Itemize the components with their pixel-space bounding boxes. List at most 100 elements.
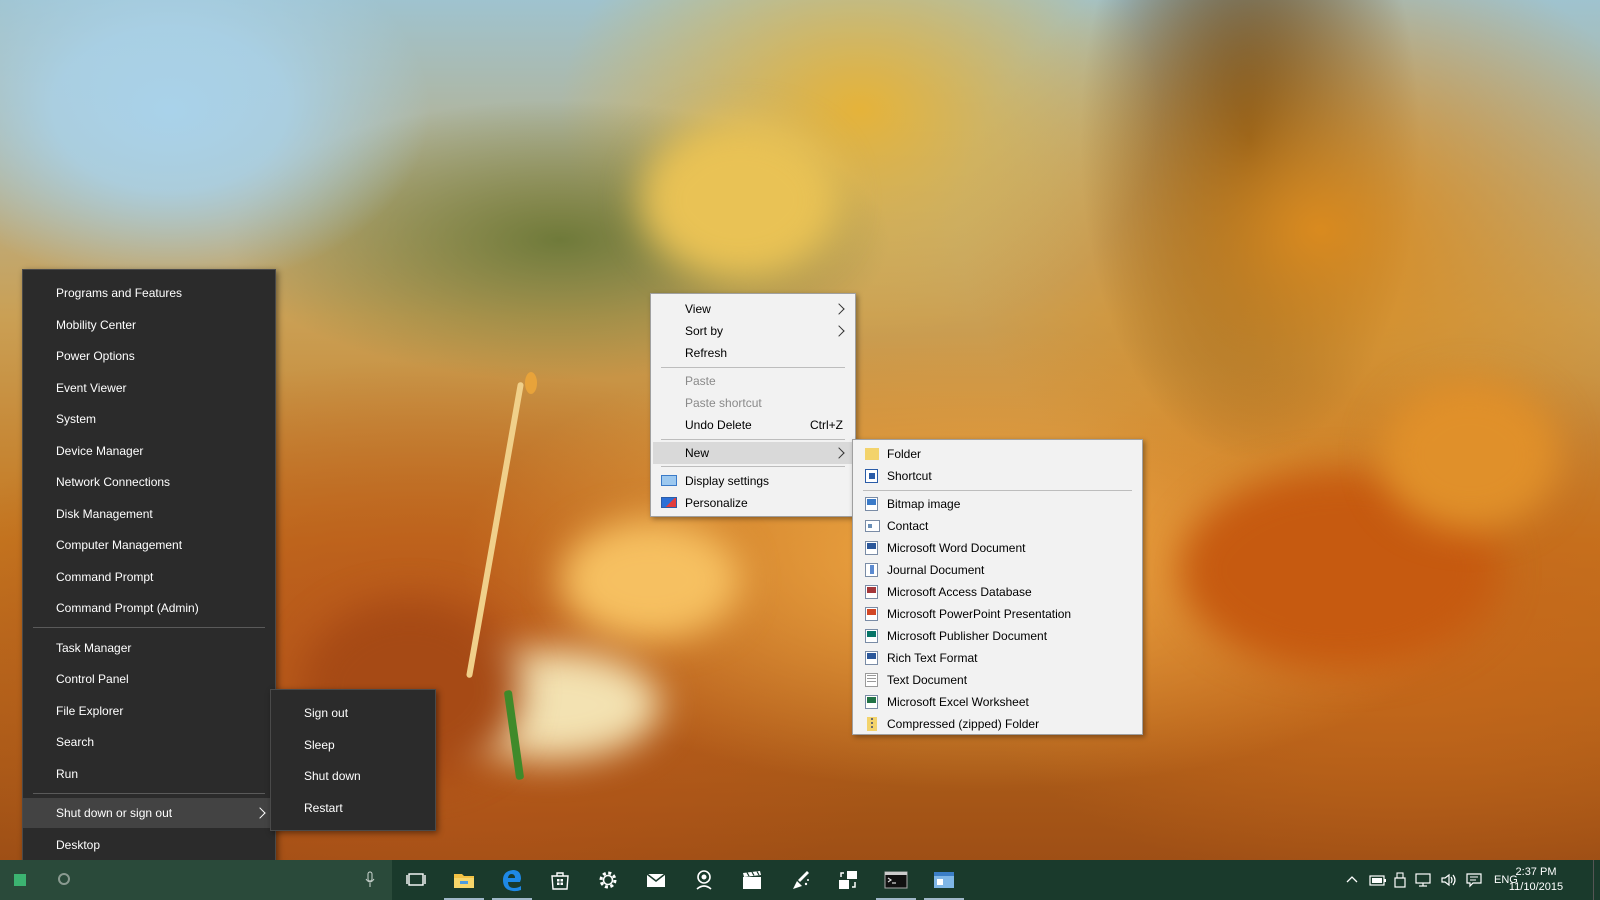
new-item-powerpoint-presentation[interactable]: Microsoft PowerPoint Presentation bbox=[855, 603, 1140, 625]
menu-item-label: Desktop bbox=[56, 838, 101, 852]
wallpaper-leaf-blur bbox=[640, 120, 840, 280]
app-window-button[interactable] bbox=[920, 860, 968, 900]
action-center-icon[interactable] bbox=[1466, 872, 1482, 888]
battery-icon[interactable] bbox=[1369, 873, 1387, 887]
chevron-up-icon[interactable] bbox=[1346, 874, 1358, 884]
new-item-folder[interactable]: Folder bbox=[855, 443, 1140, 465]
command-prompt-button[interactable] bbox=[872, 860, 920, 900]
menu-item-control-panel[interactable]: Control Panel bbox=[23, 664, 275, 694]
new-item-excel-worksheet[interactable]: Microsoft Excel Worksheet bbox=[855, 691, 1140, 713]
wallpaper-leaf-blur bbox=[560, 520, 740, 640]
menu-item-device-manager[interactable]: Device Manager bbox=[23, 436, 275, 466]
people-button[interactable] bbox=[680, 860, 728, 900]
movies-button[interactable] bbox=[728, 860, 776, 900]
publisher-icon bbox=[865, 629, 878, 643]
new-item-shortcut[interactable]: Shortcut bbox=[855, 465, 1140, 487]
store-button[interactable] bbox=[536, 860, 584, 900]
menu-item-restart[interactable]: Restart bbox=[271, 793, 435, 823]
wallpaper-plant-stem bbox=[525, 372, 537, 394]
mail-button[interactable] bbox=[632, 860, 680, 900]
new-item-contact[interactable]: Contact bbox=[855, 515, 1140, 537]
menu-item-command-prompt[interactable]: Command Prompt bbox=[23, 562, 275, 592]
search-icon[interactable] bbox=[58, 873, 70, 885]
clock-time: 2:37 PM bbox=[1515, 866, 1557, 878]
menu-item-network-connections[interactable]: Network Connections bbox=[23, 467, 275, 497]
new-item-compressed-folder[interactable]: Compressed (zipped) Folder bbox=[855, 713, 1140, 735]
menu-item-desktop[interactable]: Desktop bbox=[23, 830, 275, 860]
context-item-new[interactable]: New bbox=[653, 442, 853, 464]
context-item-personalize[interactable]: Personalize bbox=[653, 492, 853, 514]
menu-item-label: Task Manager bbox=[56, 641, 132, 655]
menu-item-label: Device Manager bbox=[56, 444, 144, 458]
context-item-paste-shortcut[interactable]: Paste shortcut bbox=[653, 392, 853, 414]
new-item-label: Folder bbox=[887, 447, 922, 461]
menu-item-shut-down[interactable]: Shut down bbox=[271, 761, 435, 791]
menu-item-sign-out[interactable]: Sign out bbox=[271, 698, 435, 728]
context-item-sort-by[interactable]: Sort by bbox=[653, 320, 853, 342]
new-submenu-separator bbox=[863, 490, 1132, 491]
context-item-view[interactable]: View bbox=[653, 298, 853, 320]
people-icon bbox=[696, 870, 712, 890]
edge-button[interactable] bbox=[488, 860, 536, 900]
menu-item-system[interactable]: System bbox=[23, 404, 275, 434]
microphone-icon[interactable] bbox=[365, 871, 375, 889]
taskbar-search-area[interactable] bbox=[0, 860, 392, 900]
menu-item-label: Restart bbox=[304, 801, 343, 815]
start-icon[interactable] bbox=[14, 874, 26, 886]
menu-item-run[interactable]: Run bbox=[23, 759, 275, 789]
new-item-access-database[interactable]: Microsoft Access Database bbox=[855, 581, 1140, 603]
menu-item-mobility-center[interactable]: Mobility Center bbox=[23, 310, 275, 340]
new-item-rich-text-format[interactable]: Rich Text Format bbox=[855, 647, 1140, 669]
task-view-button[interactable] bbox=[392, 860, 440, 900]
menu-item-shut-down-or-sign-out[interactable]: Shut down or sign out bbox=[23, 798, 275, 828]
power-user-menu: Programs and Features Mobility Center Po… bbox=[22, 269, 276, 868]
new-item-publisher-document[interactable]: Microsoft Publisher Document bbox=[855, 625, 1140, 647]
menu-item-power-options[interactable]: Power Options bbox=[23, 341, 275, 371]
new-item-label: Shortcut bbox=[887, 469, 932, 483]
network-icon[interactable] bbox=[1414, 872, 1432, 888]
menu-item-label: Power Options bbox=[56, 349, 135, 363]
new-submenu: Folder Shortcut Bitmap image Contact Mic… bbox=[852, 439, 1143, 735]
context-item-refresh[interactable]: Refresh bbox=[653, 342, 853, 364]
context-separator bbox=[661, 367, 845, 368]
context-item-label: Sort by bbox=[685, 324, 724, 338]
menu-separator bbox=[33, 627, 265, 628]
menu-item-label: Disk Management bbox=[56, 507, 153, 521]
new-item-bitmap-image[interactable]: Bitmap image bbox=[855, 493, 1140, 515]
bitmap-icon bbox=[865, 497, 878, 511]
taskbar-clock[interactable]: 2:37 PM 11/10/2015 bbox=[1504, 860, 1568, 900]
new-item-label: Rich Text Format bbox=[887, 651, 978, 665]
remote-desktop-button[interactable] bbox=[824, 860, 872, 900]
menu-item-label: Command Prompt bbox=[56, 570, 154, 584]
volume-icon[interactable] bbox=[1440, 872, 1458, 888]
menu-item-event-viewer[interactable]: Event Viewer bbox=[23, 373, 275, 403]
menu-item-disk-management[interactable]: Disk Management bbox=[23, 499, 275, 529]
menu-item-label: Control Panel bbox=[56, 672, 129, 686]
chevron-right-icon bbox=[835, 298, 845, 320]
menu-item-task-manager[interactable]: Task Manager bbox=[23, 633, 275, 663]
paint-button[interactable] bbox=[776, 860, 824, 900]
context-separator bbox=[661, 466, 845, 467]
show-desktop-button[interactable] bbox=[1593, 860, 1600, 900]
menu-item-file-explorer[interactable]: File Explorer bbox=[23, 696, 275, 726]
context-item-display-settings[interactable]: Display settings bbox=[653, 470, 853, 492]
context-item-paste[interactable]: Paste bbox=[653, 370, 853, 392]
new-item-label: Microsoft Excel Worksheet bbox=[887, 695, 1029, 709]
new-item-text-document[interactable]: Text Document bbox=[855, 669, 1140, 691]
menu-item-sleep[interactable]: Sleep bbox=[271, 730, 435, 760]
menu-item-label: Event Viewer bbox=[56, 381, 127, 395]
context-item-undo-delete[interactable]: Undo Delete Ctrl+Z bbox=[653, 414, 853, 436]
menu-item-computer-management[interactable]: Computer Management bbox=[23, 530, 275, 560]
usb-drive-icon[interactable] bbox=[1394, 872, 1406, 888]
context-item-label: New bbox=[685, 446, 710, 460]
file-explorer-button[interactable] bbox=[440, 860, 488, 900]
new-item-word-document[interactable]: Microsoft Word Document bbox=[855, 537, 1140, 559]
paintbrush-icon bbox=[793, 871, 809, 889]
menu-item-label: Computer Management bbox=[56, 538, 183, 552]
keyboard-shortcut: Ctrl+Z bbox=[810, 418, 843, 432]
menu-item-search[interactable]: Search bbox=[23, 727, 275, 757]
menu-item-command-prompt-admin[interactable]: Command Prompt (Admin) bbox=[23, 593, 275, 623]
new-item-journal-document[interactable]: Journal Document bbox=[855, 559, 1140, 581]
settings-button[interactable] bbox=[584, 860, 632, 900]
menu-item-programs-and-features[interactable]: Programs and Features bbox=[23, 278, 275, 308]
